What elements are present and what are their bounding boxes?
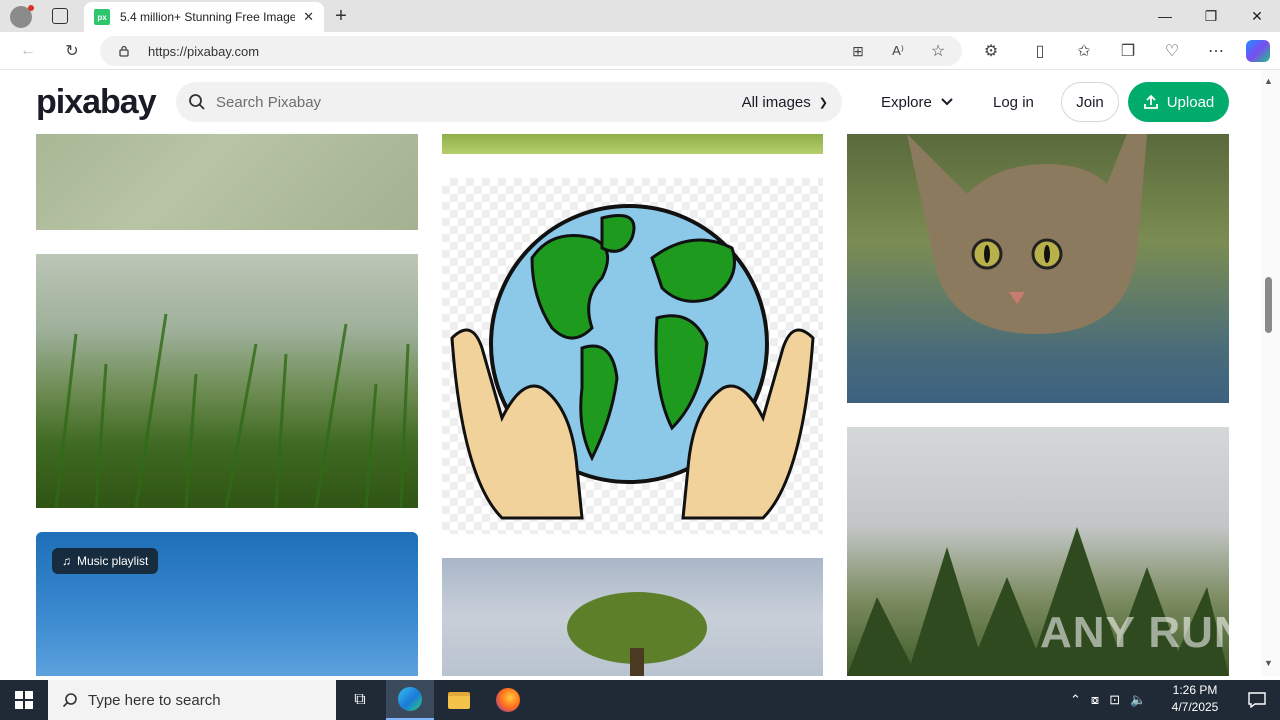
- upload-icon: [1143, 94, 1158, 109]
- volume-icon[interactable]: 🔈: [1130, 692, 1146, 708]
- window-close-icon[interactable]: ✕: [1234, 0, 1280, 32]
- refresh-icon[interactable]: ↻: [60, 40, 84, 62]
- join-button[interactable]: Join: [1061, 82, 1119, 122]
- address-bar[interactable]: https://pixabay.com: [100, 36, 962, 66]
- anyrun-watermark: ANY RUN: [1040, 608, 1247, 657]
- favorites-icon[interactable]: ✩: [1072, 40, 1096, 62]
- system-tray: ⌃ ⧇ ⊡ 🔈: [1070, 680, 1146, 720]
- favorite-star-icon[interactable]: ☆: [926, 40, 950, 62]
- tray-chevron-up-icon[interactable]: ⌃: [1070, 692, 1081, 708]
- url-text: https://pixabay.com: [148, 43, 260, 59]
- upload-label: Upload: [1166, 93, 1215, 111]
- taskbar-search[interactable]: Type here to search: [48, 680, 336, 720]
- minimize-icon[interactable]: —: [1142, 0, 1188, 32]
- close-tab-icon[interactable]: ✕: [303, 9, 314, 25]
- gallery-image-grass[interactable]: [36, 254, 418, 508]
- upload-button[interactable]: Upload: [1128, 82, 1229, 122]
- gallery-image-tree[interactable]: [442, 558, 823, 676]
- clock-time: 1:26 PM: [1172, 683, 1218, 697]
- explore-menu[interactable]: Explore: [881, 82, 953, 122]
- search-icon: [62, 693, 77, 708]
- firefox-icon[interactable]: [484, 680, 532, 720]
- copilot-icon[interactable]: [1246, 40, 1270, 62]
- pixabay-logo[interactable]: pixabay: [36, 83, 157, 122]
- grass-blades-art: [54, 313, 410, 508]
- edge-taskbar-icon[interactable]: [386, 680, 434, 720]
- tray-device-icon[interactable]: ⧇: [1091, 692, 1099, 708]
- scroll-down-icon[interactable]: ▼: [1264, 658, 1273, 668]
- profile-notification-dot: [28, 5, 34, 11]
- tree-silhouette-art: [567, 592, 707, 676]
- gallery-image-globe-hands[interactable]: [442, 178, 823, 534]
- music-playlist-badge[interactable]: ♫ Music playlist: [52, 548, 159, 574]
- browser-tab[interactable]: px 5.4 million+ Stunning Free Image ✕: [84, 2, 324, 32]
- app-available-icon[interactable]: ⊞: [846, 40, 870, 62]
- clock-date: 4/7/2025: [1171, 700, 1219, 714]
- gallery-image-meadow[interactable]: [442, 134, 823, 154]
- login-link[interactable]: Log in: [993, 82, 1034, 122]
- search-input[interactable]: [216, 93, 696, 111]
- globe-in-hands-illustration: [450, 204, 815, 520]
- notification-center-icon[interactable]: [1234, 680, 1280, 720]
- more-options-icon[interactable]: ⋯: [1204, 40, 1228, 62]
- back-icon[interactable]: ←: [16, 40, 40, 62]
- gallery-image-texture[interactable]: [36, 134, 418, 230]
- page-scrollbar[interactable]: [1262, 70, 1280, 676]
- music-note-icon: ♫: [62, 554, 71, 568]
- task-view-icon[interactable]: ⧉: [336, 680, 384, 720]
- file-explorer-icon[interactable]: [435, 680, 483, 720]
- taskbar-search-placeholder: Type here to search: [88, 691, 221, 709]
- start-button[interactable]: [0, 680, 48, 720]
- media-type-dropdown[interactable]: All images ❯: [742, 82, 828, 122]
- scroll-up-icon[interactable]: ▲: [1264, 76, 1273, 86]
- search-bar[interactable]: All images ❯: [176, 82, 842, 122]
- cat-photo-art: [907, 134, 1147, 334]
- scrollbar-thumb[interactable]: [1265, 277, 1272, 333]
- pixabay-favicon-icon: px: [94, 9, 110, 25]
- search-icon: [189, 94, 205, 110]
- tab-actions-icon[interactable]: [52, 8, 68, 24]
- extensions-icon[interactable]: ⚙: [979, 40, 1003, 62]
- browser-essentials-icon[interactable]: ♡: [1160, 40, 1184, 62]
- media-type-label: All images: [741, 93, 811, 111]
- restore-icon[interactable]: ❐: [1188, 0, 1234, 32]
- chevron-down-icon: ❯: [818, 96, 828, 109]
- lock-icon: [119, 45, 129, 57]
- chevron-down-icon: [941, 98, 953, 106]
- split-screen-icon[interactable]: ▯: [1028, 40, 1052, 62]
- badge-label: Music playlist: [77, 554, 149, 568]
- windows-logo-icon: [15, 691, 33, 709]
- new-tab-icon[interactable]: +: [332, 4, 350, 28]
- network-icon[interactable]: ⊡: [1109, 692, 1120, 708]
- gallery-image-cat[interactable]: [847, 134, 1229, 403]
- taskbar-clock[interactable]: 1:26 PM 4/7/2025: [1160, 682, 1230, 716]
- explore-label: Explore: [881, 93, 932, 111]
- read-aloud-icon[interactable]: A⁾: [886, 40, 910, 62]
- collections-icon[interactable]: ❒: [1116, 40, 1140, 62]
- tab-title: 5.4 million+ Stunning Free Image: [120, 10, 296, 24]
